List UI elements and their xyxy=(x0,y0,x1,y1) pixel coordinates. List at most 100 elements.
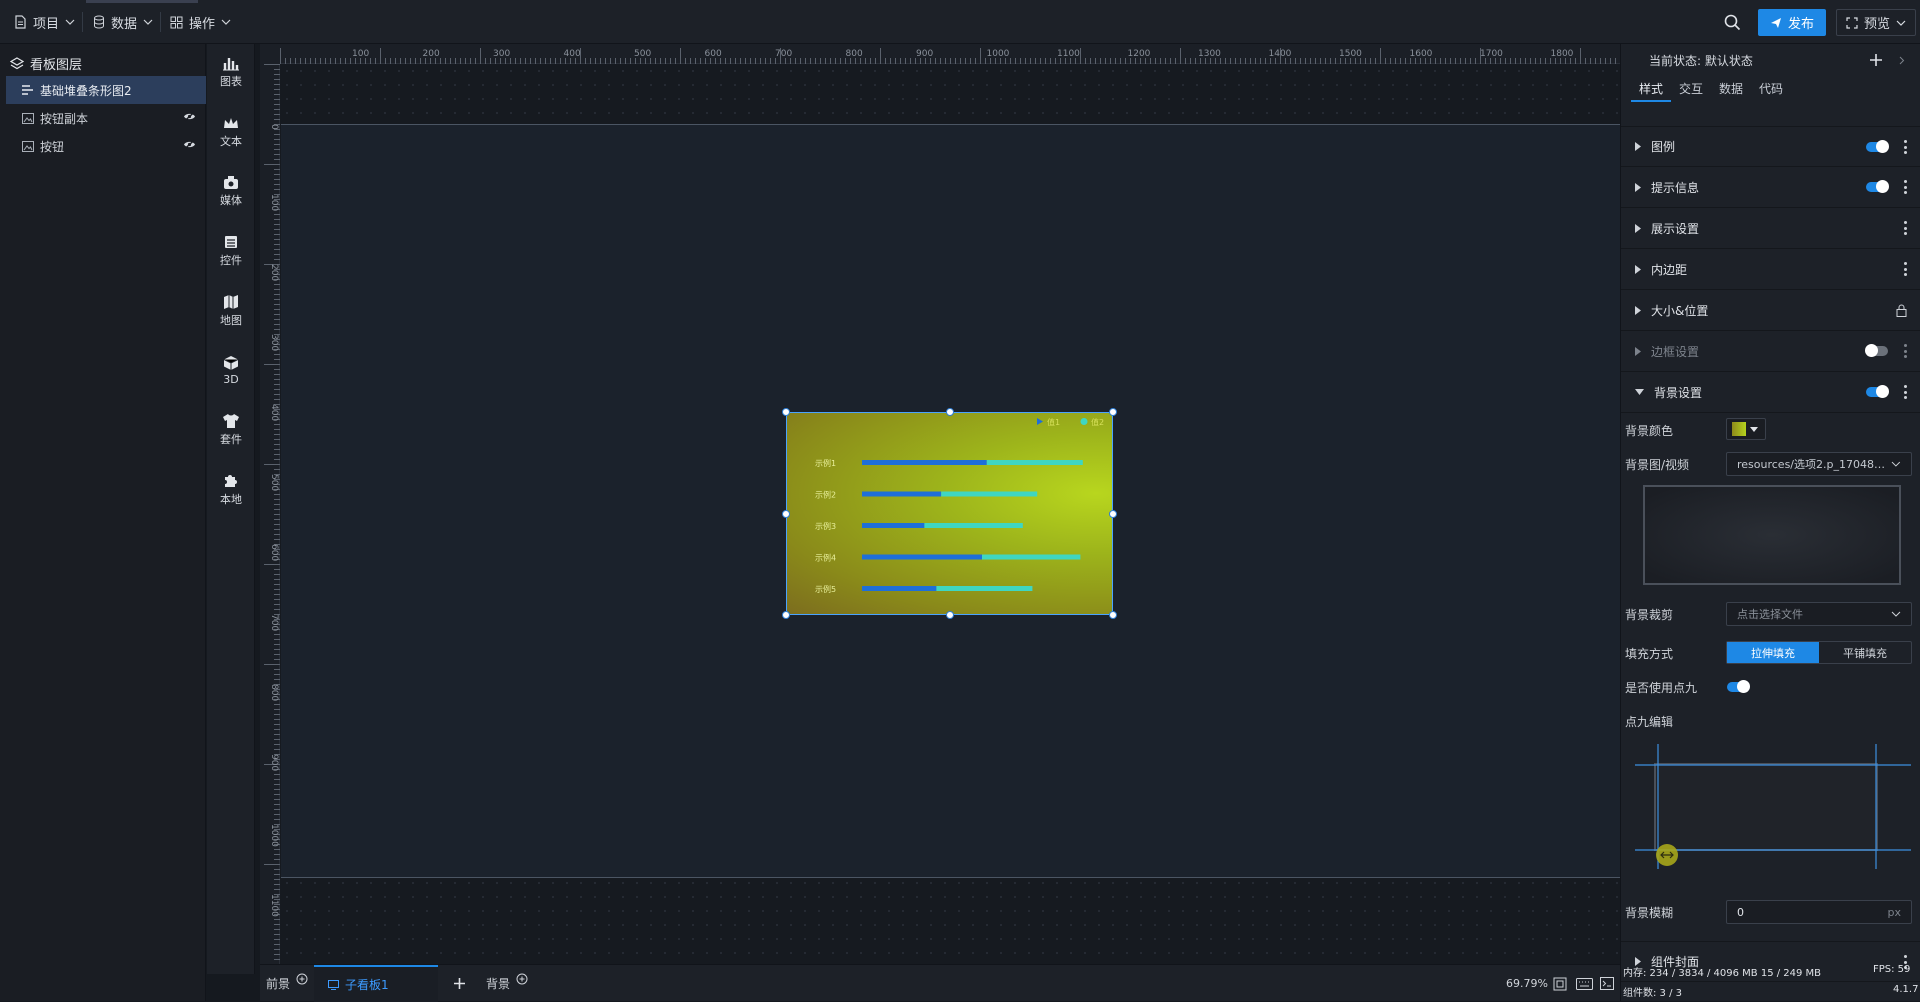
ninepatch-toggle[interactable] xyxy=(1727,680,1750,693)
tool-label: 套件 xyxy=(220,433,242,446)
bar-chart-icon xyxy=(22,85,33,95)
chevron-down-icon xyxy=(1891,611,1901,617)
section-legend[interactable]: 图例 xyxy=(1621,126,1920,167)
caret-down-icon xyxy=(1635,389,1644,395)
bar-chart-icon xyxy=(223,58,239,71)
tool-local[interactable]: 本地 xyxy=(207,462,255,518)
tab-background[interactable]: 背景 xyxy=(486,965,528,1002)
bg-color-picker[interactable] xyxy=(1726,418,1766,440)
tool-media[interactable]: 媒体 xyxy=(207,163,255,219)
plus-icon xyxy=(454,978,465,989)
more-icon[interactable] xyxy=(1904,344,1907,358)
tab-foreground[interactable]: 前景 xyxy=(266,965,308,1002)
more-icon[interactable] xyxy=(1904,221,1907,235)
add-board-button[interactable] xyxy=(453,965,466,1002)
section-padding[interactable]: 内边距 xyxy=(1621,249,1920,290)
tool-chart[interactable]: 图表 xyxy=(207,44,255,100)
tool-3d[interactable]: 3D xyxy=(207,342,255,398)
bg-image-value: resources/选项2.p_17048551 xyxy=(1737,458,1892,471)
tool-label: 地图 xyxy=(220,314,242,327)
crown-icon xyxy=(224,118,238,128)
more-icon[interactable] xyxy=(1904,180,1907,194)
resize-handle[interactable] xyxy=(782,611,790,619)
bg-image-preview[interactable] xyxy=(1643,485,1901,585)
bar-segment xyxy=(862,523,925,528)
fill-tile-option[interactable]: 平铺填充 xyxy=(1819,642,1911,663)
tool-control[interactable]: 控件 xyxy=(207,223,255,279)
tab-code[interactable]: 代码 xyxy=(1751,74,1791,102)
preview-button[interactable]: 预览 xyxy=(1836,9,1916,36)
ruler-tick-label: 1300 xyxy=(1198,49,1221,59)
section-display[interactable]: 展示设置 xyxy=(1621,208,1920,249)
ruler-tick-label: 900 xyxy=(916,49,933,59)
search-icon[interactable] xyxy=(1724,14,1741,31)
zoom-level[interactable]: 69.79% xyxy=(1506,965,1548,1002)
border-toggle[interactable] xyxy=(1865,344,1888,357)
tool-text[interactable]: 文本 xyxy=(207,104,255,160)
terminal-icon[interactable] xyxy=(1600,965,1614,1002)
tool-label: 媒体 xyxy=(220,194,242,207)
stacked-bar-chart-widget[interactable]: 值1 值2 示例1 示例2 示例3 示例4 示例5 xyxy=(782,408,1117,619)
background-toggle[interactable] xyxy=(1866,385,1889,398)
bar-segment xyxy=(862,491,942,497)
tab-interaction[interactable]: 交互 xyxy=(1671,74,1711,102)
eye-hidden-icon[interactable] xyxy=(183,111,196,122)
bg-crop-label: 背景裁剪 xyxy=(1625,608,1674,622)
publish-button[interactable]: 发布 xyxy=(1758,9,1826,36)
layer-item-stacked-bar[interactable]: 基础堆叠条形图2 xyxy=(6,76,206,104)
ruler-tick-label: 0 xyxy=(269,124,279,130)
chevron-right-icon[interactable] xyxy=(1899,56,1905,65)
menu-operation[interactable]: 操作 xyxy=(170,0,231,44)
preview-label: 预览 xyxy=(1863,17,1890,32)
resize-handle[interactable] xyxy=(1109,611,1117,619)
add-state-icon[interactable] xyxy=(1869,53,1883,67)
ruler-tick-label: 300 xyxy=(269,334,279,351)
tooltip-toggle[interactable] xyxy=(1866,180,1889,193)
chevron-down-icon xyxy=(143,19,153,25)
ruler-vertical[interactable]: 0 100 200 300 400 500 600 700 800 900 1000 1100 xyxy=(260,64,280,964)
bg-blur-input[interactable]: 0 px xyxy=(1726,900,1912,924)
tab-data[interactable]: 数据 xyxy=(1711,74,1751,102)
menu-data[interactable]: 数据 xyxy=(93,0,162,44)
resize-handle[interactable] xyxy=(1109,408,1117,416)
section-background[interactable]: 背景设置 xyxy=(1621,372,1920,413)
resize-handle[interactable] xyxy=(1109,510,1117,518)
bg-crop-select[interactable]: 点击选择文件 xyxy=(1726,602,1912,626)
fill-mode-label: 填充方式 xyxy=(1625,647,1674,661)
map-icon xyxy=(224,295,238,309)
resize-handle[interactable] xyxy=(946,611,954,619)
color-swatch xyxy=(1732,422,1746,436)
ruler-tick-label: 800 xyxy=(846,49,863,59)
chevron-down-icon xyxy=(1896,20,1906,26)
keyboard-icon[interactable] xyxy=(1576,965,1593,1002)
section-size-position[interactable]: 大小&位置 xyxy=(1621,290,1920,331)
add-circle-icon[interactable] xyxy=(516,973,528,985)
tab-sub-board[interactable]: 子看板1 xyxy=(314,965,438,1002)
layer-item-button[interactable]: 按钮 xyxy=(6,132,206,160)
fill-stretch-option[interactable]: 拉伸填充 xyxy=(1727,642,1819,663)
menu-project[interactable]: 项目 xyxy=(14,0,84,44)
more-icon[interactable] xyxy=(1904,385,1907,399)
lock-icon[interactable] xyxy=(1896,304,1907,317)
eye-hidden-icon[interactable] xyxy=(183,139,196,150)
add-circle-icon[interactable] xyxy=(296,973,308,985)
section-padding-label: 内边距 xyxy=(1651,262,1688,277)
more-icon[interactable] xyxy=(1904,140,1907,154)
layer-item-button-copy[interactable]: 按钮副本 xyxy=(6,104,206,132)
resize-handle[interactable] xyxy=(946,408,954,416)
tool-suite[interactable]: 套件 xyxy=(207,402,255,458)
bg-image-select[interactable]: resources/选项2.p_17048551 xyxy=(1726,452,1912,476)
tab-sub-board-label: 子看板1 xyxy=(345,978,389,992)
ruler-horizontal[interactable]: 100 200 300 400 500 600 700 800 900 1000 1100 1200 1… xyxy=(280,44,1620,64)
fit-screen-icon[interactable] xyxy=(1553,965,1567,1002)
section-tooltip[interactable]: 提示信息 xyxy=(1621,167,1920,208)
resize-handle[interactable] xyxy=(782,510,790,518)
more-icon[interactable] xyxy=(1904,262,1907,276)
resize-handle[interactable] xyxy=(782,408,790,416)
legend-toggle[interactable] xyxy=(1866,140,1889,153)
ninepatch-editor[interactable] xyxy=(1635,744,1911,869)
section-border[interactable]: 边框设置 xyxy=(1621,331,1920,372)
ruler-tick-label: 700 xyxy=(775,49,792,59)
tab-style[interactable]: 样式 xyxy=(1631,74,1671,102)
tool-map[interactable]: 地图 xyxy=(207,283,255,339)
